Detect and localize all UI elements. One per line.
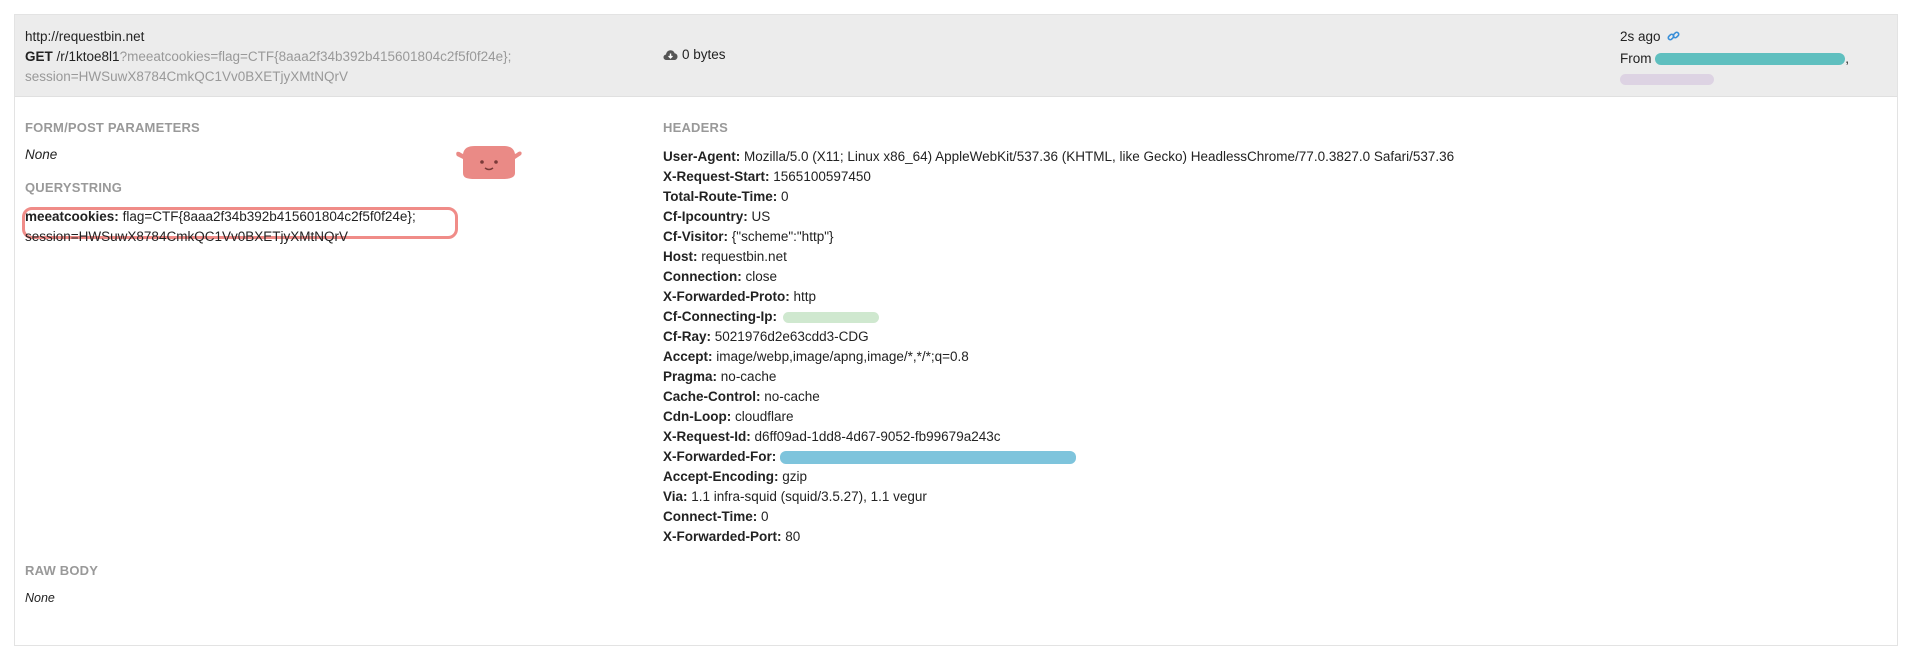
header-key: Cf-Visitor: [663, 229, 729, 244]
header-key: Cdn-Loop: [663, 409, 732, 424]
header-value: 0 [781, 189, 789, 204]
querystring-value-continued: session=HWSuwX8784CmkQC1Vv0BXETjyXMtNQrV [25, 229, 348, 244]
header-value: US [751, 209, 771, 224]
redacted-ip-mark [1655, 53, 1846, 66]
raw-body-value: None [25, 591, 55, 605]
querystring-key: meeatcookies: [25, 209, 119, 224]
header-row: X-Forwarded-Proto: http [663, 287, 1863, 307]
header-row: Cache-Control: no-cache [663, 387, 1863, 407]
header-value: 5021976d2e63cdd3-CDG [714, 329, 869, 344]
querystring-block: meeatcookies: flag=CTF{8aaa2f34b392b4156… [25, 207, 465, 247]
header-key: User-Agent: [663, 149, 741, 164]
request-summary-bar: http://requestbin.net GET /r/1ktoe8l1?me… [15, 15, 1897, 97]
header-row: Cf-Ray: 5021976d2e63cdd3-CDG [663, 327, 1863, 347]
header-key: X-Request-Id: [663, 429, 751, 444]
header-row: Accept-Encoding: gzip [663, 467, 1863, 487]
request-host: http://requestbin.net [25, 29, 145, 44]
header-key: Connect-Time: [663, 509, 758, 524]
request-size-label: 0 bytes [682, 47, 726, 62]
header-row: Cf-Ipcountry: US [663, 207, 1863, 227]
header-row: X-Forwarded-Port: 80 [663, 527, 1863, 547]
header-value: cloudflare [734, 409, 794, 424]
request-time-ago: 2s ago [1620, 29, 1661, 44]
request-query-continued: session=HWSuwX8784CmkQC1Vv0BXETjyXMtNQrV [25, 69, 348, 84]
header-row: User-Agent: Mozilla/5.0 (X11; Linux x86_… [663, 147, 1863, 167]
header-row: Pragma: no-cache [663, 367, 1863, 387]
header-row: Connect-Time: 0 [663, 507, 1863, 527]
header-row: Connection: close [663, 267, 1863, 287]
header-key: Pragma: [663, 369, 718, 384]
link-icon[interactable] [1667, 29, 1680, 49]
header-value: Mozilla/5.0 (X11; Linux x86_64) AppleWeb… [744, 149, 1455, 164]
header-key: Cache-Control: [663, 389, 761, 404]
querystring-value: flag=CTF{8aaa2f34b392b415601804c2f5f0f24… [122, 209, 416, 224]
header-value: {"scheme":"http"} [731, 229, 834, 244]
request-query: ?meeatcookies=flag=CTF{8aaa2f34b392b4156… [119, 49, 512, 64]
header-key: Host: [663, 249, 698, 264]
querystring-section-title: QUERYSTRING [25, 180, 123, 195]
header-row: Cf-Visitor: {"scheme":"http"} [663, 227, 1863, 247]
header-row: Accept: image/webp,image/apng,image/*,*/… [663, 347, 1863, 367]
header-value: d6ff09ad-1dd8-4d67-9052-fb99679a243c [754, 429, 1001, 444]
form-section-title: FORM/POST PARAMETERS [25, 120, 200, 135]
header-row: X-Forwarded-For: [663, 447, 1863, 467]
header-key: Cf-Connecting-Ip: [663, 309, 777, 324]
header-row: Via: 1.1 infra-squid (squid/3.5.27), 1.1… [663, 487, 1863, 507]
header-value: 0 [761, 509, 769, 524]
header-key: Connection: [663, 269, 742, 284]
header-row: Cf-Connecting-Ip: [663, 307, 1863, 327]
raw-body-section-title: RAW BODY [25, 563, 99, 578]
header-key: Via: [663, 489, 688, 504]
header-key: Cf-Ipcountry: [663, 209, 748, 224]
mascot-icon [455, 143, 523, 184]
request-from-separator: , [1845, 51, 1850, 66]
header-key: Cf-Ray: [663, 329, 712, 344]
redacted-ip-mark [780, 450, 1077, 464]
header-row: X-Request-Start: 1565100597450 [663, 167, 1863, 187]
header-row: Host: requestbin.net [663, 247, 1863, 267]
request-size: 0 bytes [663, 47, 726, 62]
header-row: Cdn-Loop: cloudflare [663, 407, 1863, 427]
header-value: 80 [785, 529, 801, 544]
header-row: X-Request-Id: d6ff09ad-1dd8-4d67-9052-fb… [663, 427, 1863, 447]
header-value: close [745, 269, 778, 284]
form-params-value: None [25, 147, 58, 162]
request-from-label: From [1620, 51, 1652, 66]
header-key: X-Request-Start: [663, 169, 770, 184]
request-path[interactable]: /r/1ktoe8l1 [57, 49, 120, 64]
header-value: 1.1 infra-squid (squid/3.5.27), 1.1 vegu… [691, 489, 927, 504]
header-key: X-Forwarded-Proto: [663, 289, 790, 304]
redacted-host-mark [1620, 73, 1714, 85]
request-panel: http://requestbin.net GET /r/1ktoe8l1?me… [14, 14, 1898, 646]
headers-section-title: HEADERS [663, 120, 728, 135]
redacted-ip-mark [782, 311, 879, 323]
header-key: Accept: [663, 349, 713, 364]
headers-list: User-Agent: Mozilla/5.0 (X11; Linux x86_… [663, 147, 1863, 547]
request-url-block: http://requestbin.net GET /r/1ktoe8l1?me… [25, 27, 645, 87]
header-value: requestbin.net [701, 249, 787, 264]
request-meta: 2s ago From , [1620, 27, 1880, 89]
header-value: gzip [782, 469, 808, 484]
header-key: Accept-Encoding: [663, 469, 779, 484]
cloud-download-icon [663, 47, 682, 62]
header-value: image/webp,image/apng,image/*,*/*;q=0.8 [716, 349, 969, 364]
header-key: X-Forwarded-For: [663, 449, 777, 464]
request-method: GET [25, 49, 53, 64]
header-key: Total-Route-Time: [663, 189, 778, 204]
header-row: Total-Route-Time: 0 [663, 187, 1863, 207]
header-key: X-Forwarded-Port: [663, 529, 782, 544]
header-value: no-cache [720, 369, 777, 384]
header-value: http [793, 289, 817, 304]
header-value: 1565100597450 [773, 169, 871, 184]
header-value: no-cache [764, 389, 820, 404]
